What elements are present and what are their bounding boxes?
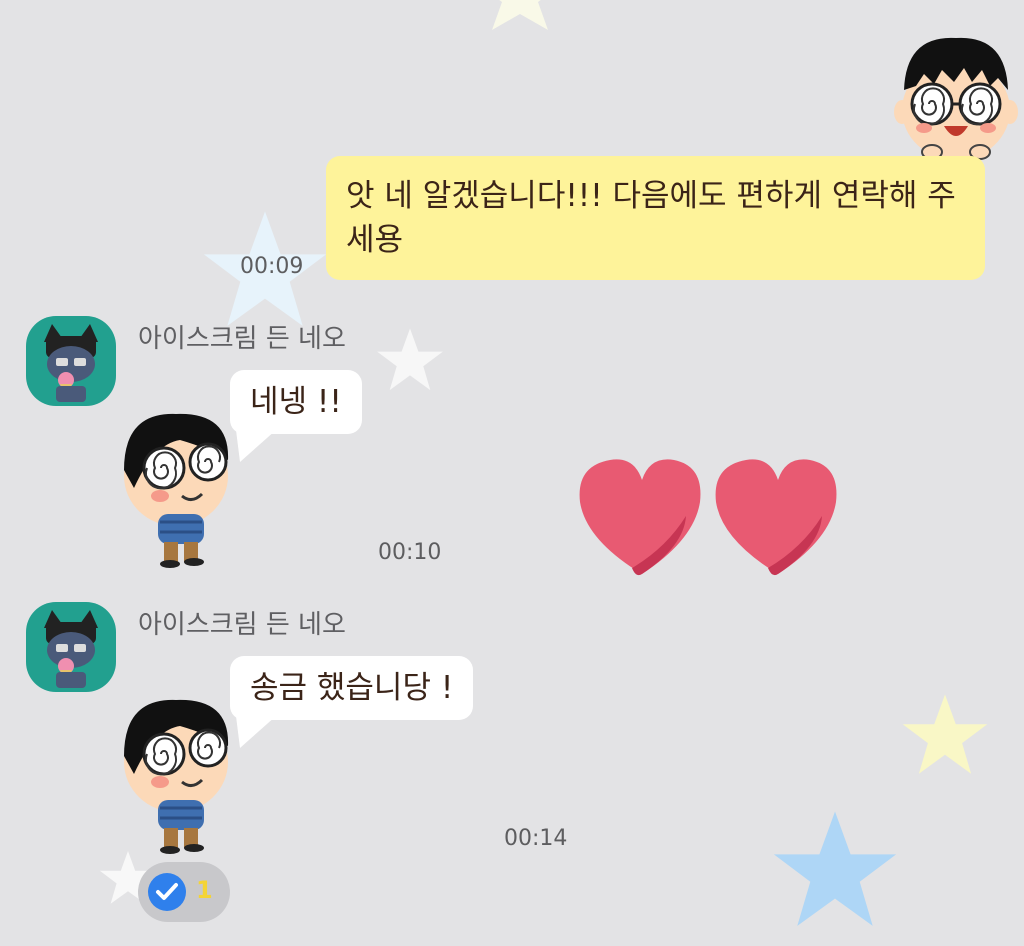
spiral-glasses-boy-icon[interactable] (120, 696, 236, 858)
incoming-message-bubble[interactable]: 네넹 !! (230, 370, 362, 462)
message-timestamp: 00:10 (378, 540, 442, 565)
spiral-glasses-boy-icon[interactable] (894, 30, 1019, 166)
message-timestamp: 00:09 (240, 254, 304, 279)
unread-count: 1 (196, 876, 213, 904)
sender-name: 아이스크림 든 네오 (138, 324, 346, 354)
background-star-icon (770, 805, 900, 935)
neo-cat-with-icecream-icon (44, 610, 98, 688)
neo-cat-with-icecream-icon (44, 324, 98, 402)
incoming-message-bubble[interactable]: 송금 했습니당 ! (230, 656, 474, 748)
two-hearts-icon (576, 456, 842, 584)
spiral-glasses-boy-icon[interactable] (120, 410, 236, 572)
background-star-icon (470, 0, 570, 30)
message-timestamp: 00:14 (504, 826, 568, 851)
outgoing-message-bubble[interactable]: 앗 네 알겠습니다!!! 다음에도 편하게 연락해 주세용 (326, 156, 985, 280)
message-text: 앗 네 알겠습니다!!! 다음에도 편하게 연락해 주세용 (346, 178, 956, 258)
message-text: 송금 했습니당 ! (250, 670, 454, 706)
background-star-icon (375, 325, 445, 395)
read-receipt-badge[interactable]: 1 (138, 862, 230, 922)
background-star-icon (900, 690, 990, 780)
message-text: 네넹 !! (250, 384, 342, 420)
sender-avatar[interactable] (26, 316, 116, 406)
sender-avatar[interactable] (26, 602, 116, 692)
blue-check-icon (148, 873, 186, 911)
sender-name: 아이스크림 든 네오 (138, 610, 346, 640)
